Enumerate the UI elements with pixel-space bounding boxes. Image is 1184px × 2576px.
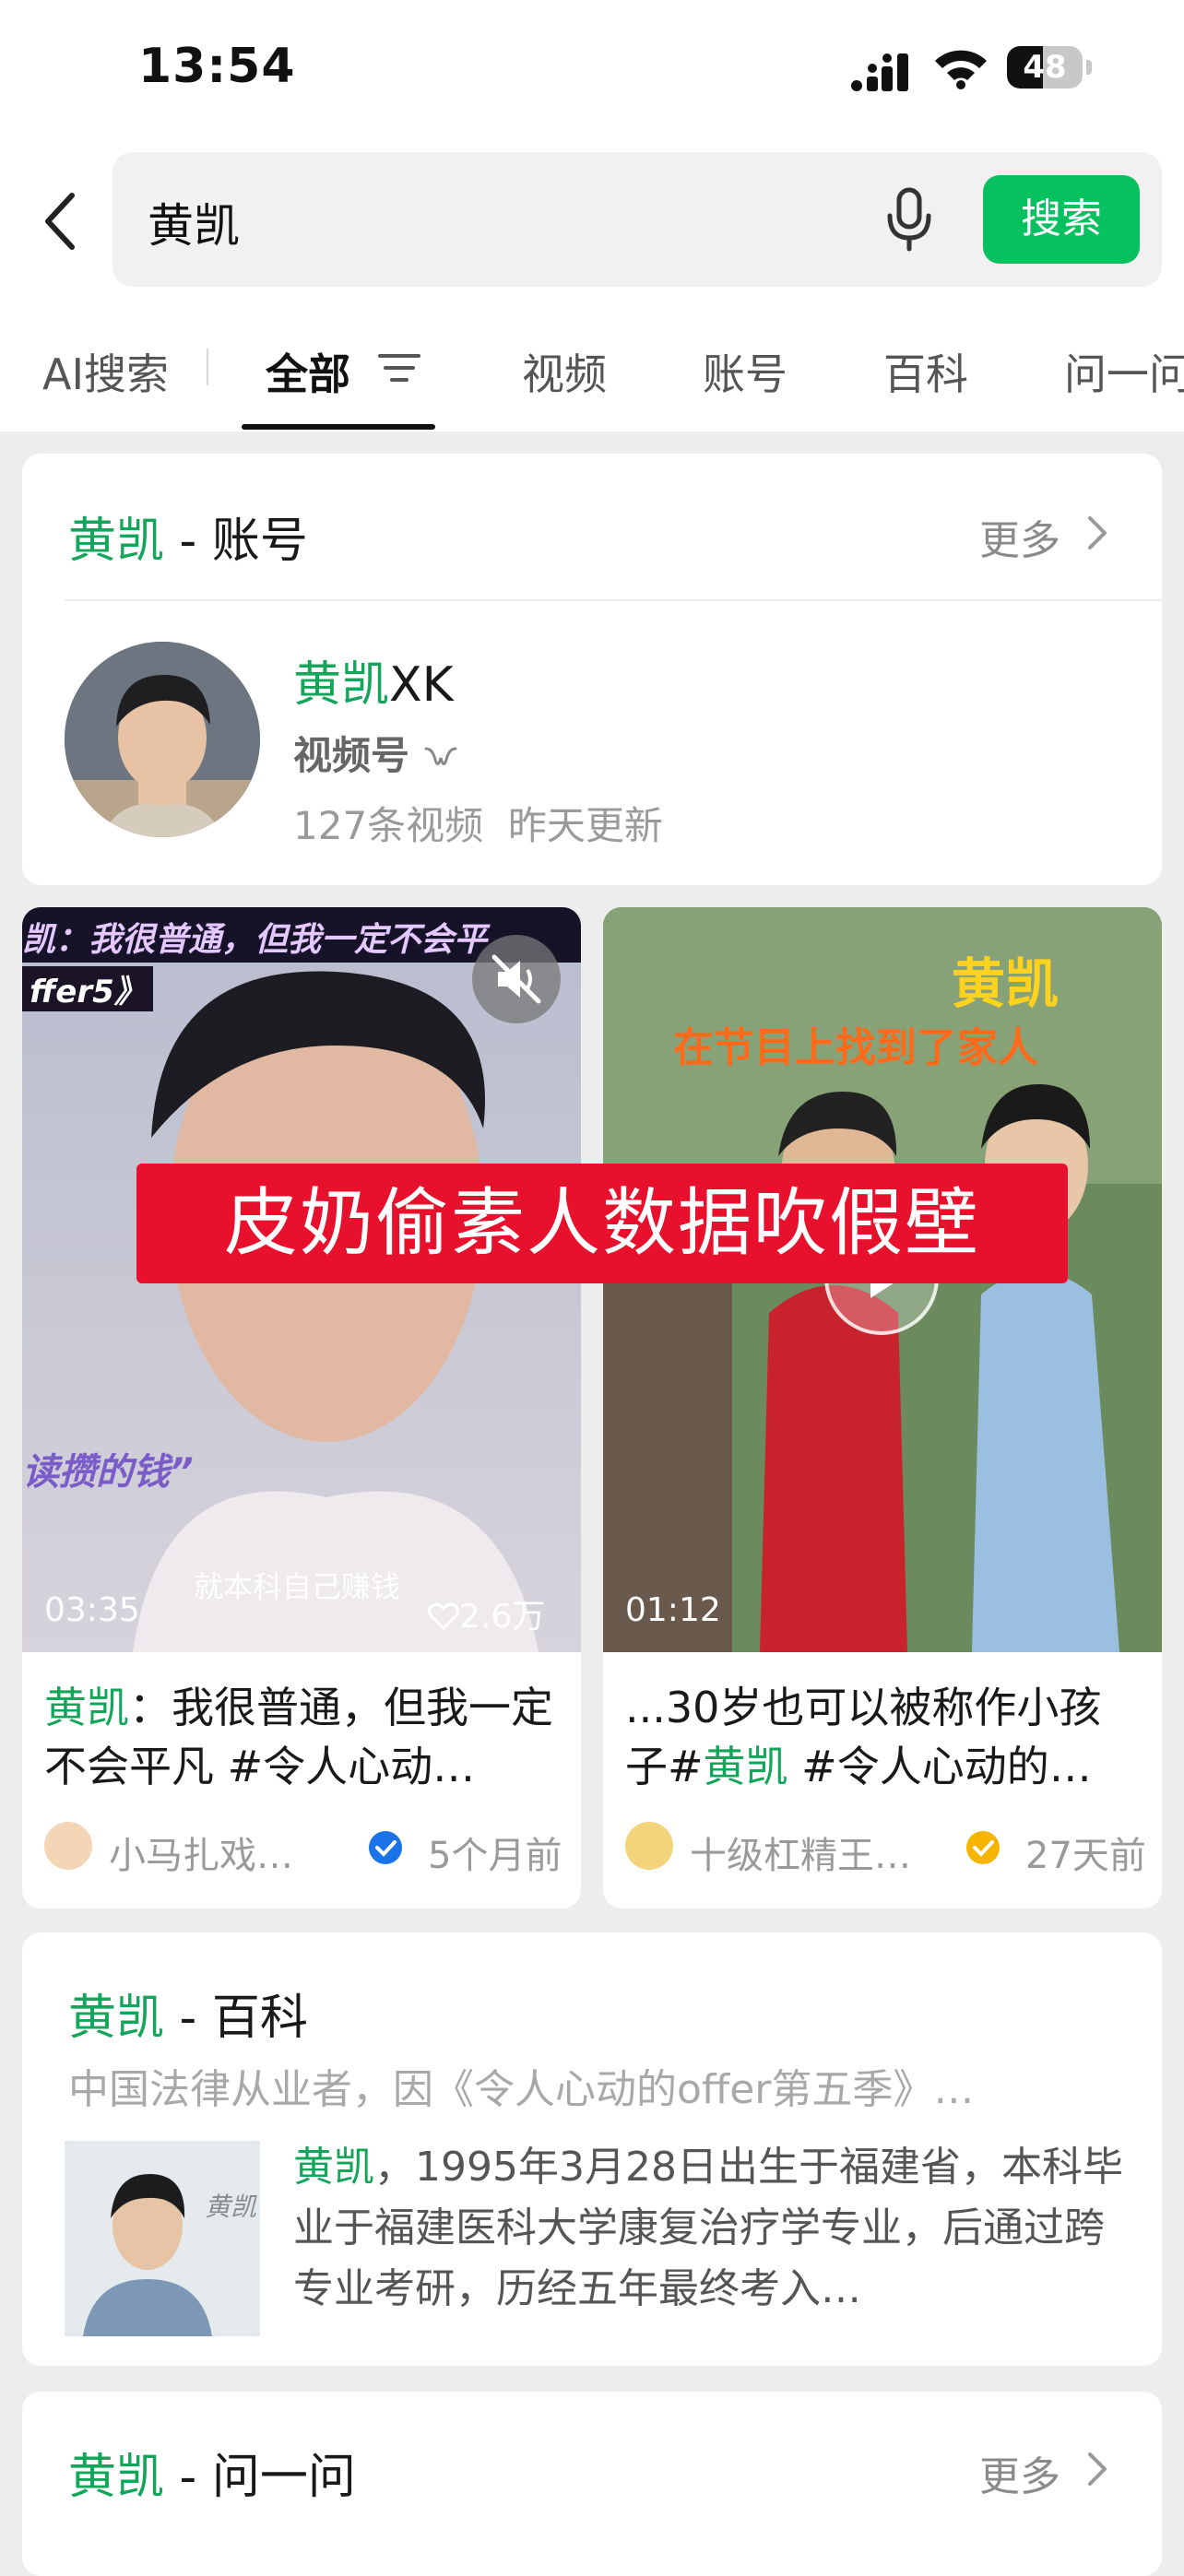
search-button[interactable]: 搜索 <box>983 175 1140 264</box>
video-author[interactable]: 小马扎戏… <box>109 1826 293 1879</box>
mute-button[interactable] <box>472 935 561 1023</box>
chevron-right-icon[interactable] <box>1084 2449 1110 2489</box>
chevron-right-icon[interactable] <box>1084 513 1110 553</box>
account-name[interactable]: 黄凯XK <box>293 645 454 715</box>
channels-logo-icon <box>424 747 457 765</box>
account-section-title: 黄凯 - 账号 <box>68 514 308 569</box>
verified-badge-icon <box>369 1831 402 1864</box>
divider <box>65 599 1162 601</box>
tab-video[interactable]: 视频 <box>522 341 607 402</box>
baike-thumbnail[interactable]: 黄凯 <box>65 2141 260 2336</box>
back-icon[interactable] <box>39 184 85 258</box>
avatar-portrait <box>65 642 260 837</box>
baike-summary: 中国法律从业者，因《令人心动的offer第五季》… <box>68 2066 975 2113</box>
overlay-quote: 凯：我很普通，但我一定不会平 <box>22 921 488 959</box>
video-caption: 就本科自己赚钱 <box>194 1569 401 1604</box>
overlay-left-text: 读攒的钱” <box>22 1451 194 1494</box>
author-avatar[interactable] <box>44 1822 92 1870</box>
ask-more-link[interactable]: 更多 <box>979 2443 1060 2502</box>
avatar[interactable] <box>65 642 260 837</box>
tab-baike[interactable]: 百科 <box>883 341 968 402</box>
wifi-icon <box>935 50 987 89</box>
tab-divider <box>207 349 208 385</box>
tab-all[interactable]: 全部 <box>266 341 350 402</box>
account-more-link[interactable]: 更多 <box>979 507 1060 566</box>
author-avatar[interactable] <box>625 1822 673 1870</box>
tab-ai-search[interactable]: AI搜索 <box>42 341 169 402</box>
mute-icon <box>491 954 541 1004</box>
video-time-ago: 27天前 <box>1025 1835 1146 1877</box>
microphone-icon[interactable] <box>882 184 937 254</box>
account-stats: 127条视频 昨天更新 <box>293 803 663 848</box>
tab-account[interactable]: 账号 <box>703 341 787 402</box>
video-author[interactable]: 十级杠精王… <box>690 1826 911 1879</box>
filter-icon[interactable] <box>376 349 422 387</box>
video-likes: 2.6万 <box>427 1589 545 1637</box>
overlay-subtitle: 在节目上找到了家人 <box>673 1024 1038 1071</box>
cellular-signal-icon <box>851 53 908 91</box>
heart-icon <box>427 1602 460 1631</box>
search-query-text[interactable]: 黄凯 <box>148 189 240 255</box>
video-duration: 01:12 <box>625 1591 721 1629</box>
baike-thumb-text: 黄凯 <box>205 2192 257 2222</box>
account-type: 视频号 <box>293 725 458 781</box>
video-card[interactable]: 凯：我很普通，但我一定不会平 ffer5》 读攒的钱” 就本科自己赚钱 03:3… <box>22 907 581 1908</box>
baike-portrait <box>65 2141 260 2336</box>
video-time-ago: 5个月前 <box>428 1835 562 1877</box>
tab-active-indicator <box>242 424 435 430</box>
baike-section-title: 黄凯 - 百科 <box>68 1991 308 2046</box>
overlay-banner: 皮奶偷素人数据吹假壁 <box>136 1164 1068 1283</box>
video-title[interactable]: 黄凯：我很普通，但我一定不会平凡 #令人心动… <box>44 1678 561 1796</box>
overlay-name: 黄凯 <box>952 952 1060 1015</box>
status-time: 13:54 <box>138 39 296 94</box>
baike-description[interactable]: 黄凯，1995年3月28日出生于福建省，本科毕业于福建医科大学康复治疗学专业，后… <box>293 2137 1123 2320</box>
battery-level: 48 <box>1023 49 1067 86</box>
ask-section-title: 黄凯 - 问一问 <box>68 2450 356 2505</box>
overlay-subtitle: ffer5》 <box>22 966 153 1011</box>
battery-icon: 48 <box>1007 46 1094 90</box>
tab-ask[interactable]: 问一问 <box>1064 341 1184 402</box>
video-duration: 03:35 <box>44 1591 140 1629</box>
video-title[interactable]: ...30岁也可以被称作小孩子#黄凯 #令人心动的… <box>625 1678 1142 1796</box>
verified-badge-icon <box>966 1831 1000 1864</box>
video-card[interactable]: 黄凯 在节目上找到了家人 01:12 ...30岁也可以被称作小孩子#黄凯 #令… <box>603 907 1162 1908</box>
